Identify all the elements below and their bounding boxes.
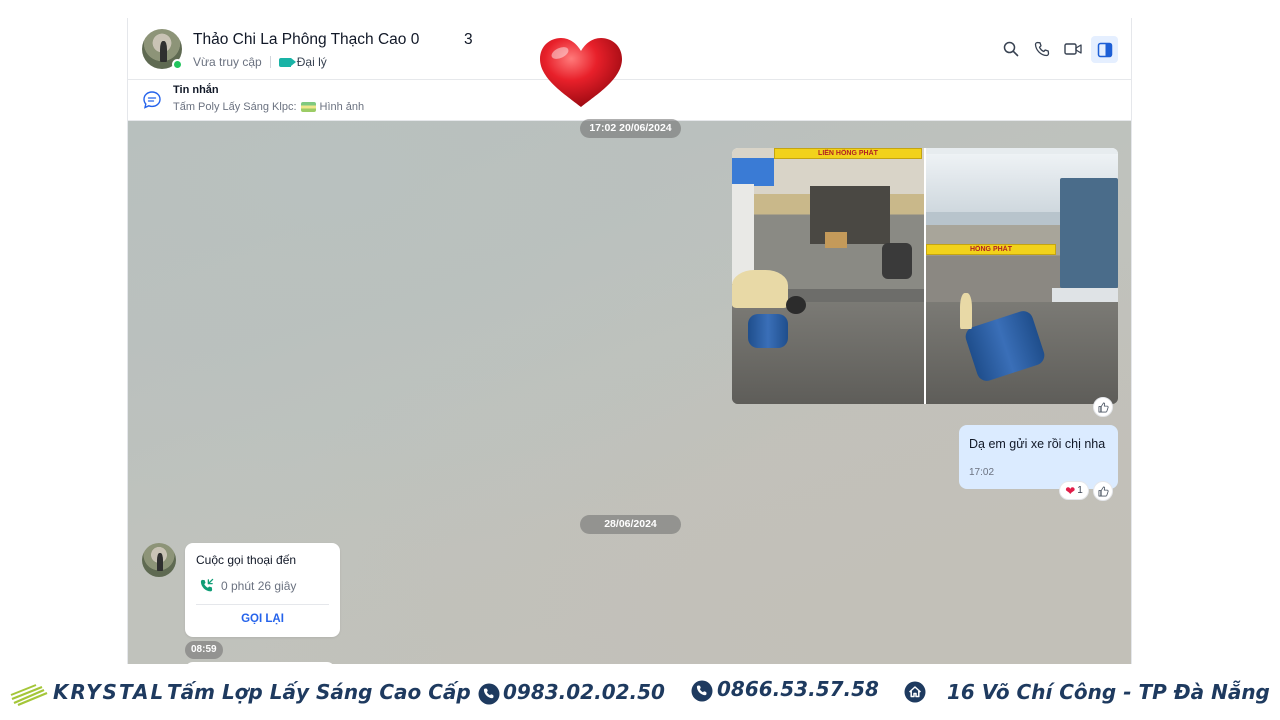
image-thumbnail-icon [300,102,316,112]
call-duration-row: 0 phút 26 giây [199,578,296,593]
incoming-call-icon [200,578,214,592]
call-time: 08:59 [185,641,223,659]
incoming-call-card: Cuộc gọi thoại đến 0 phút 26 giây GỌI LẠ… [185,543,340,637]
sent-message-bubble[interactable]: Dạ em gửi xe rồi chị nha 17:02 [959,425,1118,489]
call-title: Cuộc gọi thoại đến [196,553,297,567]
online-status-dot [172,59,183,70]
search-icon [1003,41,1019,57]
hotline-2[interactable]: 0866.53.57.58 [717,677,879,701]
photo-person-bending [732,270,788,308]
thumbs-up-icon [1098,486,1109,496]
heart-sticker-icon [540,38,622,107]
message-text: Dạ em gửi xe rồi chị nha [969,437,1106,451]
tag-icon [278,57,296,67]
home-circle-icon [904,681,926,703]
video-icon [1064,43,1082,55]
photo-album-message[interactable]: LIÊN HỒNG PHÁT HỒNG PHÁT [732,148,1118,404]
brand-tagline: Tấm Lợp Lấy Sáng Cao Cấp [167,680,471,704]
date-separator: 28/06/2024 [580,515,681,534]
pinned-message-bar[interactable]: Tin nhắn Tấm Poly Lấy Sáng Klpc: Hình ản… [128,80,1131,121]
toggle-info-panel-button[interactable] [1091,36,1118,63]
contact-name-tail: 3 [464,31,473,48]
store-address: 16 Võ Chí Công - TP Đà Nẵng [947,680,1270,704]
like-reaction-button-2[interactable] [1093,481,1113,501]
brand-name: KRYSTAL [53,680,166,704]
shop-sign-text-2: HỒNG PHÁT [926,244,1056,255]
phone-icon [1034,41,1050,57]
last-seen-status: Vừa truy cập [193,55,262,69]
photo-warehouse-loading[interactable]: LIÊN HỒNG PHÁT [732,148,924,404]
photo-person-head [786,296,806,314]
pinned-preview: Tấm Poly Lấy Sáng Klpc: Hình ảnh [173,101,364,113]
photo-blue-roll [748,314,788,348]
phone-circle-icon [691,680,713,702]
call-duration: 0 phút 26 giây [221,578,297,593]
status-divider [269,56,271,68]
footer-banner: KRYSTAL Tấm Lợp Lấy Sáng Cao Cấp 0983.02… [0,664,1280,720]
voice-call-button[interactable] [1031,38,1053,60]
photo-truck-edge [732,184,754,284]
heart-reaction-badge[interactable]: ❤ 1 [1059,481,1089,500]
chat-bubble-icon [143,91,161,109]
heart-icon: ❤ [1065,483,1076,498]
date-separator: 17:02 20/06/2024 [580,119,681,138]
contact-name[interactable]: Thảo Chi La Phông Thạch Cao 0 [193,31,419,49]
contact-status-row: Vừa truy cập Đại lý [193,55,327,69]
like-reaction-button[interactable] [1093,397,1113,417]
search-button[interactable] [1000,38,1022,60]
video-call-button[interactable] [1062,38,1084,60]
message-list[interactable]: 17:02 20/06/2024 LIÊN HỒNG PHÁT HỒNG PHÁ… [128,119,1131,664]
hotline-1[interactable]: 0983.02.02.50 [503,680,665,704]
pinned-preview-type: Hình ảnh [319,101,365,113]
chat-header: Thảo Chi La Phông Thạch Cao 0 3 Vừa truy… [128,18,1131,80]
heart-count: 1 [1077,485,1083,496]
brand-logo-icon [10,684,48,706]
contact-tag[interactable]: Đại lý [297,55,327,69]
sidebar-toggle-icon [1097,42,1112,57]
message-time: 17:02 [969,467,995,478]
photo-doorway [810,186,890,244]
sender-avatar[interactable] [142,543,176,577]
thumbs-up-icon [1098,402,1109,412]
call-back-button[interactable]: GỌI LẠI [185,613,340,625]
shop-sign-text: LIÊN HỒNG PHÁT [774,148,922,159]
phone-circle-icon [478,683,500,705]
pinned-preview-text: Tấm Poly Lấy Sáng Klpc: [173,101,297,113]
chat-window: Thảo Chi La Phông Thạch Cao 0 3 Vừa truy… [127,18,1132,664]
photo-truck-delivery[interactable]: HỒNG PHÁT [926,148,1118,404]
photo-motorbike [882,243,912,279]
photo-worker [960,293,972,329]
call-card-divider [196,604,329,605]
pinned-title: Tin nhắn [173,84,219,96]
photo-truck-tarp [1060,178,1118,288]
photo-sign-blue [732,158,774,186]
photo-box [825,232,847,248]
